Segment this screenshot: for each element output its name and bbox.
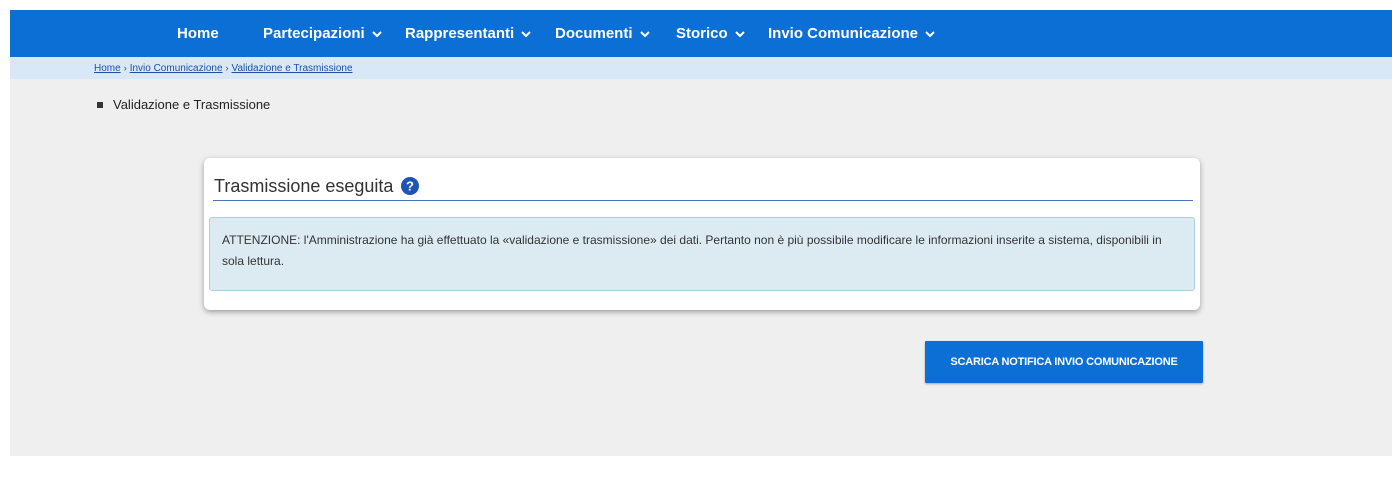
nav-item-invio-comunicazione[interactable]: Invio Comunicazione <box>768 10 936 57</box>
chevron-down-icon <box>925 30 935 37</box>
info-alert: ATTENZIONE: l'Amministrazione ha già eff… <box>209 217 1195 291</box>
breadcrumb-separator: › <box>225 63 229 73</box>
nav-item-label: Rappresentanti <box>405 25 515 42</box>
svg-text:?: ? <box>406 179 414 194</box>
page-heading: Validazione e Trasmissione <box>97 97 270 112</box>
app-frame: Home Partecipazioni Rappresentanti Docum… <box>10 10 1392 456</box>
nav-item-home[interactable]: Home <box>177 10 219 57</box>
nav-item-partecipazioni[interactable]: Partecipazioni <box>263 10 383 57</box>
page-title: Validazione e Trasmissione <box>113 97 271 112</box>
breadcrumb-link-invio-comunicazione[interactable]: Invio Comunicazione <box>130 63 223 74</box>
nav-item-label: Invio Comunicazione <box>768 25 919 42</box>
card-header: Trasmissione eseguita ? <box>213 172 1193 201</box>
download-notification-button[interactable]: SCARICA NOTIFICA INVIO COMUNICAZIONE <box>925 341 1203 383</box>
nav-item-label: Partecipazioni <box>263 25 365 42</box>
question-circle-icon[interactable]: ? <box>401 177 420 195</box>
nav-item-rappresentanti[interactable]: Rappresentanti <box>405 10 532 57</box>
chevron-down-icon <box>371 30 382 37</box>
nav-item-storico[interactable]: Storico <box>676 10 746 57</box>
breadcrumb: Home › Invio Comunicazione › Validazione… <box>94 57 353 79</box>
breadcrumb-link-validazione[interactable]: Validazione e Trasmissione <box>232 63 353 74</box>
breadcrumb-separator: › <box>123 63 127 73</box>
chevron-down-icon <box>734 30 745 37</box>
alert-text: ATTENZIONE: l'Amministrazione ha già eff… <box>222 233 1162 268</box>
main-navbar: Home Partecipazioni Rappresentanti Docum… <box>10 10 1392 57</box>
breadcrumb-bar: Home › Invio Comunicazione › Validazione… <box>10 57 1392 79</box>
chevron-down-icon <box>639 30 650 37</box>
breadcrumb-link-home[interactable]: Home <box>94 63 121 74</box>
card-title: Trasmissione eseguita <box>214 175 394 196</box>
nav-item-label: Storico <box>676 25 728 42</box>
nav-item-documenti[interactable]: Documenti <box>555 10 651 57</box>
transmission-card: Trasmissione eseguita ? ATTENZIONE: l'Am… <box>204 158 1200 310</box>
nav-item-label: Documenti <box>555 25 633 42</box>
nav-item-label: Home <box>177 25 219 42</box>
square-bullet-icon <box>97 101 103 108</box>
chevron-down-icon <box>521 30 531 37</box>
